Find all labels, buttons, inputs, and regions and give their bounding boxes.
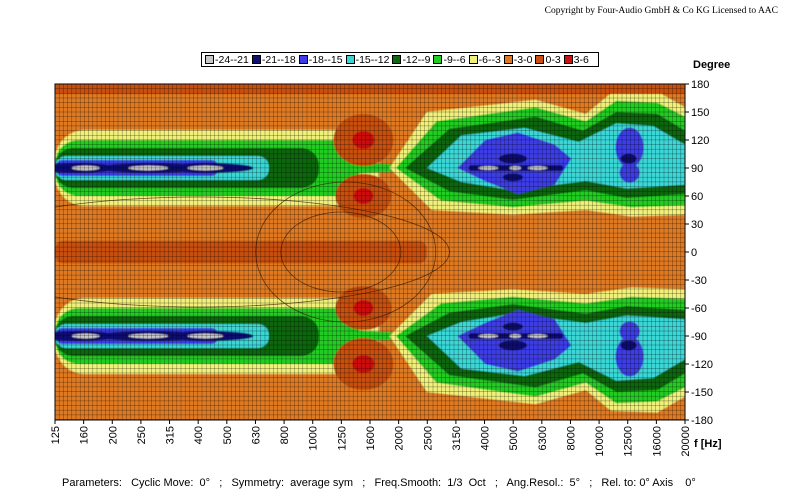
y-tick-label: -180 bbox=[691, 415, 713, 427]
contour-band bbox=[128, 333, 169, 339]
x-tick-label: 315 bbox=[165, 426, 177, 444]
x-tick-label: 3150 bbox=[451, 426, 463, 450]
x-tick-label: 400 bbox=[193, 426, 205, 444]
contour-band bbox=[187, 333, 224, 339]
x-axis: 125 160 200 250 315 400 500 630 800 1000 1250 1600 2… bbox=[50, 420, 692, 457]
x-tick-label: 160 bbox=[79, 426, 91, 444]
x-tick-label: 5000 bbox=[508, 426, 520, 450]
contour-band bbox=[352, 355, 375, 373]
y-tick-label: 0 bbox=[691, 247, 697, 259]
x-tick-label: 500 bbox=[222, 426, 234, 444]
x-axis-label: f [Hz] bbox=[694, 438, 722, 450]
contour-band bbox=[509, 334, 522, 338]
y-tick-label: 60 bbox=[691, 191, 703, 203]
x-tick-label: 20000 bbox=[680, 426, 692, 457]
y-axis-label: Degree bbox=[693, 59, 730, 71]
contour-band bbox=[620, 340, 637, 351]
x-tick-label: 4000 bbox=[480, 426, 492, 450]
y-tick-label: -90 bbox=[691, 331, 707, 343]
x-tick-label: 16000 bbox=[651, 426, 663, 457]
y-tick-label: 180 bbox=[691, 79, 709, 91]
y-tick-label: 150 bbox=[691, 107, 709, 119]
x-tick-label: 2000 bbox=[394, 426, 406, 450]
x-tick-label: 800 bbox=[279, 426, 291, 444]
y-tick-label: 30 bbox=[691, 219, 703, 231]
parameters-line: Parameters: Cyclic Move: 0° ; Symmetry: … bbox=[62, 477, 696, 489]
y-tick-label: -60 bbox=[691, 303, 707, 315]
x-tick-label: 250 bbox=[136, 426, 148, 444]
contour-band bbox=[353, 300, 374, 316]
directivity-heatmap: 180 150 120 90 60 30 0 -30 -60 -90 -120 -150 -180 12… bbox=[50, 59, 730, 457]
y-tick-label: -150 bbox=[691, 387, 713, 399]
y-axis: 180 150 120 90 60 30 0 -30 -60 -90 -120 -150 -180 bbox=[685, 79, 713, 427]
contour-band bbox=[527, 334, 548, 338]
contour-band bbox=[478, 334, 499, 338]
x-tick-label: 12500 bbox=[623, 426, 635, 457]
x-tick-label: 1250 bbox=[336, 426, 348, 450]
x-tick-label: 1000 bbox=[308, 426, 320, 450]
x-tick-label: 8000 bbox=[565, 426, 577, 450]
plot-area bbox=[55, 84, 685, 420]
x-tick-label: 125 bbox=[50, 426, 62, 444]
x-tick-label: 630 bbox=[250, 426, 262, 444]
x-tick-label: 2500 bbox=[422, 426, 434, 450]
x-tick-label: 10000 bbox=[594, 426, 606, 457]
contour-band bbox=[619, 321, 640, 342]
y-tick-label: -30 bbox=[691, 275, 707, 287]
x-tick-label: 200 bbox=[107, 426, 119, 444]
y-tick-label: 90 bbox=[691, 163, 703, 175]
y-tick-label: 120 bbox=[691, 135, 709, 147]
x-tick-label: 1600 bbox=[365, 426, 377, 450]
y-tick-label: -120 bbox=[691, 359, 713, 371]
x-tick-label: 6300 bbox=[537, 426, 549, 450]
